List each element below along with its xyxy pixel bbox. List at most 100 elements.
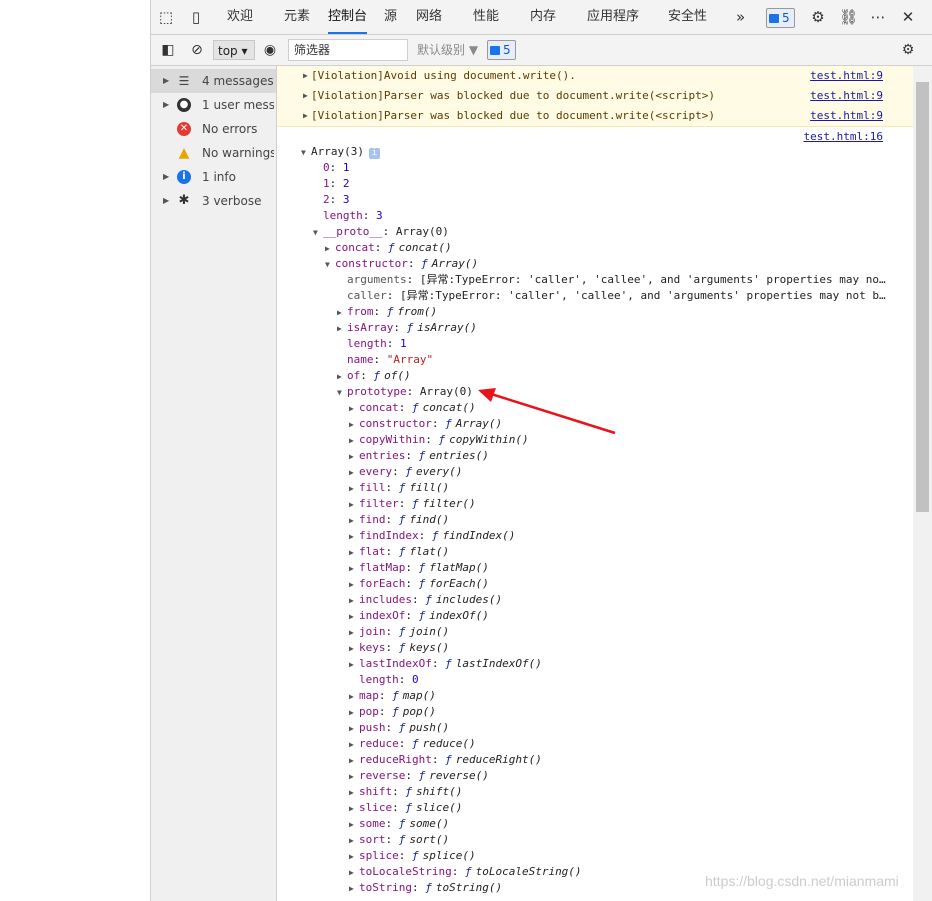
log-levels-dropdown[interactable]: 默认级别 ▼: [417, 35, 478, 65]
colon: :: [385, 625, 399, 638]
scrollbar-thumb[interactable]: [916, 82, 929, 512]
property-key: from: [347, 305, 374, 318]
function-icon: ƒ: [418, 449, 426, 462]
filter-input[interactable]: 筛选器: [288, 39, 408, 61]
source-link[interactable]: test.html:9: [810, 86, 883, 106]
expand-triangle-icon: ▶: [349, 804, 354, 813]
tab-performance[interactable]: 性能: [473, 0, 499, 34]
expand-triangle-icon: ▶: [349, 868, 354, 877]
tree-row[interactable]: ▶ slice: ƒ slice(): [349, 800, 462, 816]
device-toolbar-icon[interactable]: ▯: [187, 8, 205, 26]
function-icon: ƒ: [398, 641, 406, 654]
tree-row[interactable]: ▶ toString: ƒ toString(): [349, 880, 502, 896]
tree-row[interactable]: ▶ find: ƒ find(): [349, 512, 449, 528]
tree-row[interactable]: ▶ every: ƒ every(): [349, 464, 462, 480]
property-value: 3: [342, 193, 350, 206]
tree-row[interactable]: ▶ shift: ƒ shift(): [349, 784, 462, 800]
tree-row[interactable]: ▶ fill: ƒ fill(): [349, 480, 449, 496]
tab-console[interactable]: 控制台: [328, 0, 368, 34]
tree-row[interactable]: ▶ splice: ƒ splice(): [349, 848, 476, 864]
console-settings-gear-icon[interactable]: ⚙: [899, 41, 917, 59]
tree-row[interactable]: ▶ flat: ƒ flat(): [349, 544, 449, 560]
tree-row[interactable]: ▶ keys: ƒ keys(): [349, 640, 449, 656]
source-link[interactable]: test.html:9: [810, 66, 883, 86]
sidebar-item-errors[interactable]: ✕ No errors: [151, 117, 276, 141]
console-scrollbar[interactable]: [913, 66, 932, 901]
tree-row[interactable]: ▼ Array(3) i: [301, 144, 380, 160]
tree-row[interactable]: ▶ reduceRight: ƒ reduceRight(): [349, 752, 542, 768]
property-value: map(): [402, 689, 436, 702]
colon: :: [329, 193, 343, 206]
tree-row[interactable]: ▼ constructor: ƒ Array(): [325, 256, 478, 272]
tab-application[interactable]: 应用程序: [587, 0, 639, 34]
function-icon: ƒ: [398, 817, 406, 830]
tree-row[interactable]: ▶ toLocaleString: ƒ toLocaleString(): [349, 864, 582, 880]
issues-badge[interactable]: 5: [766, 8, 795, 28]
sidebar-item-messages[interactable]: ▶ ☰ 4 messages: [151, 69, 276, 93]
sidebar-item-info[interactable]: ▶ i 1 info: [151, 165, 276, 189]
inspect-element-icon[interactable]: ⬚: [157, 8, 175, 26]
tree-row[interactable]: ▶ filter: ƒ filter(): [349, 496, 476, 512]
violation-message[interactable]: ▶ [Violation]Avoid using document.write(…: [277, 66, 913, 87]
tree-row[interactable]: ▶ join: ƒ join(): [349, 624, 449, 640]
colon: :: [407, 257, 422, 270]
tree-row[interactable]: ▶ concat: ƒ concat(): [325, 240, 452, 256]
source-link[interactable]: test.html:9: [810, 106, 883, 126]
tab-security[interactable]: 安全性: [668, 0, 707, 34]
tree-row[interactable]: ▶ map: ƒ map(): [349, 688, 436, 704]
violation-text: [Violation]Parser was blocked due to doc…: [311, 109, 715, 122]
more-options-icon[interactable]: ⋯: [869, 8, 887, 26]
sidebar-item-user-messages[interactable]: ▶ ● 1 user mess...: [151, 93, 276, 117]
close-icon[interactable]: ✕: [899, 8, 917, 26]
tab-network[interactable]: 网络: [416, 0, 442, 34]
tree-row[interactable]: ▶ lastIndexOf: ƒ lastIndexOf(): [349, 656, 542, 672]
tree-row[interactable]: ▶ reduce: ƒ reduce(): [349, 736, 476, 752]
property-key: toLocaleString: [359, 865, 452, 878]
tree-row[interactable]: ▶ forEach: ƒ forEach(): [349, 576, 489, 592]
tree-row[interactable]: ▶ sort: ƒ sort(): [349, 832, 449, 848]
tree-row[interactable]: ▼ prototype: Array(0): [337, 384, 473, 400]
tree-row[interactable]: ▶ isArray: ƒ isArray(): [337, 320, 477, 336]
clear-console-icon[interactable]: ⊘: [188, 41, 206, 59]
toolbar-issues-badge[interactable]: 5: [487, 40, 516, 60]
expand-triangle-icon: ▶: [349, 724, 354, 733]
connect-icon[interactable]: ⛓: [839, 8, 858, 26]
tab-memory[interactable]: 内存: [530, 0, 556, 34]
expand-triangle-icon: ▶: [163, 196, 170, 205]
sidebar-item-label: 4 messages: [202, 74, 274, 88]
tab-sources[interactable]: 源: [384, 0, 397, 34]
colon: :: [393, 321, 407, 334]
violation-message[interactable]: ▶ [Violation]Parser was blocked due to d…: [277, 106, 913, 127]
settings-gear-icon[interactable]: ⚙: [809, 8, 827, 26]
expand-triangle-icon: ▶: [349, 612, 354, 621]
property-key: 0: [323, 161, 330, 174]
tree-row[interactable]: ▶ push: ƒ push(): [349, 720, 449, 736]
tree-row[interactable]: ▶ concat: ƒ concat(): [349, 400, 476, 416]
sidebar-item-label: 3 verbose: [202, 194, 262, 208]
tree-row[interactable]: ▶ some: ƒ some(): [349, 816, 449, 832]
sidebar-item-warnings[interactable]: ▲ No warnings: [151, 141, 276, 165]
tree-row[interactable]: ▼ __proto__: Array(0): [313, 224, 449, 240]
log-source-link[interactable]: test.html:16: [804, 129, 883, 145]
tree-row[interactable]: ▶ of: ƒ of(): [337, 368, 411, 384]
tab-elements[interactable]: 元素: [284, 0, 310, 34]
tree-row[interactable]: ▶ pop: ƒ pop(): [349, 704, 436, 720]
violation-message[interactable]: ▶ [Violation]Parser was blocked due to d…: [277, 86, 913, 107]
show-sidebar-icon[interactable]: ◧: [159, 41, 177, 59]
tree-row[interactable]: ▶ from: ƒ from(): [337, 304, 437, 320]
tree-row[interactable]: ▶ flatMap: ƒ flatMap(): [349, 560, 489, 576]
tree-row[interactable]: ▶ entries: ƒ entries(): [349, 448, 489, 464]
function-icon: ƒ: [418, 769, 426, 782]
more-tabs-button[interactable]: »: [736, 0, 745, 34]
function-icon: ƒ: [438, 433, 446, 446]
sidebar-item-verbose[interactable]: ▶ ✱ 3 verbose: [151, 189, 276, 213]
tab-welcome[interactable]: 欢迎: [227, 0, 253, 34]
live-expression-eye-icon[interactable]: ◉: [261, 41, 279, 59]
tree-row[interactable]: ▶ reverse: ƒ reverse(): [349, 768, 489, 784]
tree-row[interactable]: ▶ includes: ƒ includes(): [349, 592, 502, 608]
context-select[interactable]: top ▾: [213, 40, 255, 60]
function-icon: ƒ: [418, 561, 426, 574]
tree-row[interactable]: ▶ findIndex: ƒ findIndex(): [349, 528, 515, 544]
info-icon[interactable]: i: [368, 148, 380, 159]
tree-row[interactable]: ▶ indexOf: ƒ indexOf(): [349, 608, 489, 624]
